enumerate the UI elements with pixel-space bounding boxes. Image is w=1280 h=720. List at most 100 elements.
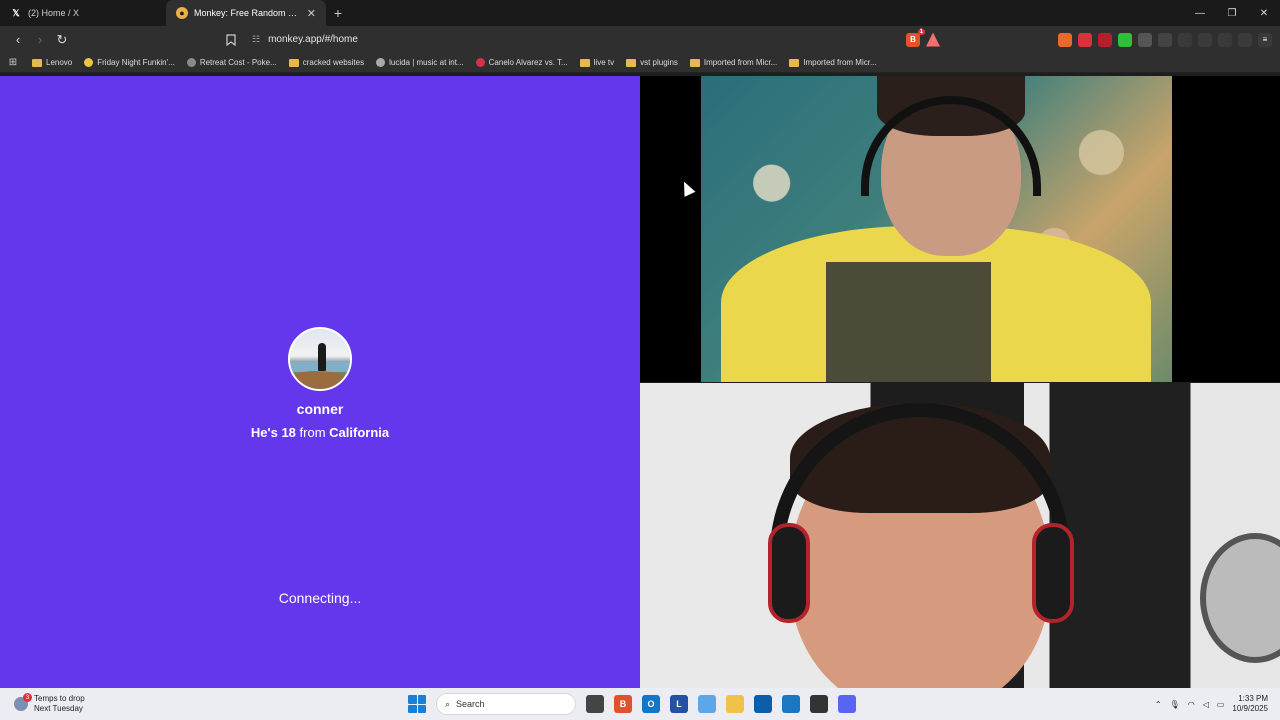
taskbar-search[interactable]: ⌕ Search [436,693,576,715]
folder-icon [579,58,590,67]
extension-audio-icon[interactable] [1078,32,1092,47]
info-prefix: He's [250,425,278,440]
local-video [640,383,1280,688]
volume-icon[interactable]: ◁ [1203,700,1209,709]
weather-line1: Temps to drop [34,694,85,703]
close-window-icon[interactable]: ✕ [1248,0,1280,26]
restore-icon[interactable]: ❐ [1216,0,1248,26]
lenovo-vantage-icon[interactable]: L [670,695,688,713]
weather-icon: 3 [14,693,32,711]
wifi-icon[interactable]: ◠ [1188,700,1195,709]
bookmark-item[interactable]: live tv [574,58,620,67]
screenshot-icon[interactable] [1158,32,1172,47]
extension-red-icon[interactable] [1098,32,1112,47]
tab-x-home[interactable]: 𝕏 (2) Home / X [0,0,162,26]
x-icon: 𝕏 [12,7,20,18]
app-icon[interactable] [782,695,800,713]
folder-icon [689,58,700,67]
bookmark-item[interactable]: Imported from Micr... [684,58,783,67]
match-profile: conner He's 18 from California [0,327,640,440]
banana-icon [84,58,94,67]
bookmark-item[interactable]: vst plugins [620,58,684,67]
windows-taskbar: 3 Temps to drop Next Tuesday ⌕ Search B … [0,688,1280,720]
bookmark-label: Imported from Micr... [803,58,877,67]
brave-rewards-icon[interactable] [926,32,940,47]
url-text: monkey.app/#/home [268,34,358,45]
match-info: He's 18 from California [0,425,640,440]
weather-line2: Next Tuesday [34,704,83,713]
window-controls: — ❐ ✕ [1184,0,1280,26]
remote-video-feed [701,76,1172,382]
bookmark-item[interactable]: Retreat Cost - Poke... [181,58,283,67]
s-icon [475,58,485,67]
microphone-icon[interactable]: 🎙 [1170,700,1180,709]
bookmark-label: Lenovo [46,58,73,67]
clock[interactable]: 1:33 PM 10/9/2025 [1232,694,1268,714]
folder-icon [789,58,800,67]
back-icon[interactable]: ‹ [8,30,28,50]
bookmark-item[interactable]: Lenovo [26,58,78,67]
bookmark-label: Imported from Micr... [703,58,778,67]
bookmark-label: Canelo Alvarez vs. T... [488,58,568,67]
file-explorer-icon[interactable] [726,695,744,713]
folder-icon [288,58,299,67]
minimize-icon[interactable]: — [1184,0,1216,26]
windows-start-icon[interactable] [408,695,426,713]
search-icon: ⌕ [445,698,451,709]
taskbar-center: ⌕ Search B O L [408,688,856,720]
folder-icon [32,58,42,67]
avatar[interactable] [288,327,352,391]
wallet-icon[interactable] [1198,32,1212,47]
bookmark-icon[interactable] [222,31,240,49]
site-info-icon[interactable]: ☷ [252,34,260,45]
weather-widget[interactable]: 3 Temps to drop Next Tuesday [0,693,85,714]
copilot-icon[interactable] [698,695,716,713]
discord-icon[interactable] [838,695,856,713]
forward-icon[interactable]: › [30,30,50,50]
weather-text: Temps to drop Next Tuesday [34,694,85,714]
extension-green-icon[interactable] [1118,32,1132,47]
bookmark-item[interactable]: Friday Night Funkin'... [78,58,181,67]
microsoft-store-icon[interactable] [754,695,772,713]
battery-icon[interactable]: ▭ [1217,700,1225,709]
close-tab-icon[interactable]: ✕ [307,7,316,20]
tab-title: (2) Home / X [28,8,80,18]
extension-fox-icon[interactable] [1058,32,1072,47]
reload-icon[interactable]: ↻ [52,30,72,50]
monkey-icon: ● [176,7,188,19]
new-tab-button[interactable]: + [326,0,350,26]
menu-icon[interactable]: ≡ [1258,32,1272,47]
tab-monkey[interactable]: ● Monkey: Free Random Video... ✕ [166,0,326,26]
bookmark-label: live tv [593,58,615,67]
match-info-panel: conner He's 18 from California Connectin… [0,76,640,688]
extensions-area: ≡ [1058,32,1280,47]
brave-browser-icon[interactable]: B [614,695,632,713]
weather-badge: 3 [23,693,32,702]
tab-strip: 𝕏 (2) Home / X ● Monkey: Free Random Vid… [0,0,1280,26]
bookmark-label: vst plugins [640,58,678,67]
apps-grid-icon[interactable]: ⊞ [0,57,26,68]
bookmark-label: Retreat Cost - Poke... [199,58,277,67]
extensions-puzzle-icon[interactable] [1138,32,1152,47]
sidebar-icon[interactable] [1178,32,1192,47]
brave-shields-area: B1 [906,28,940,47]
globe-icon [186,58,196,67]
github-icon[interactable] [810,695,828,713]
chevron-up-icon[interactable]: ⌃ [1155,700,1162,709]
address-bar[interactable]: ☷ monkey.app/#/home [246,30,896,50]
system-tray: ⌃ 🎙 ◠ ◁ ▭ 1:33 PM 10/9/2025 [1155,694,1280,714]
page-content: conner He's 18 from California Connectin… [0,76,1280,688]
vpn-icon[interactable] [1238,32,1252,47]
leo-ai-icon[interactable] [1218,32,1232,47]
bookmark-item[interactable]: Imported from Micr... [783,58,882,67]
brave-shield-icon[interactable]: B1 [906,28,925,47]
outlook-icon[interactable]: O [642,695,660,713]
bookmark-item[interactable]: lucida | music at int... [370,58,470,67]
bookmark-item[interactable]: cracked websites [283,58,370,67]
bookmark-label: lucida | music at int... [389,58,464,67]
clock-date: 10/9/2025 [1232,704,1268,713]
match-username: conner [296,401,344,417]
task-view-icon[interactable] [586,695,604,713]
remote-video [640,76,1280,382]
bookmark-item[interactable]: Canelo Alvarez vs. T... [470,58,574,67]
